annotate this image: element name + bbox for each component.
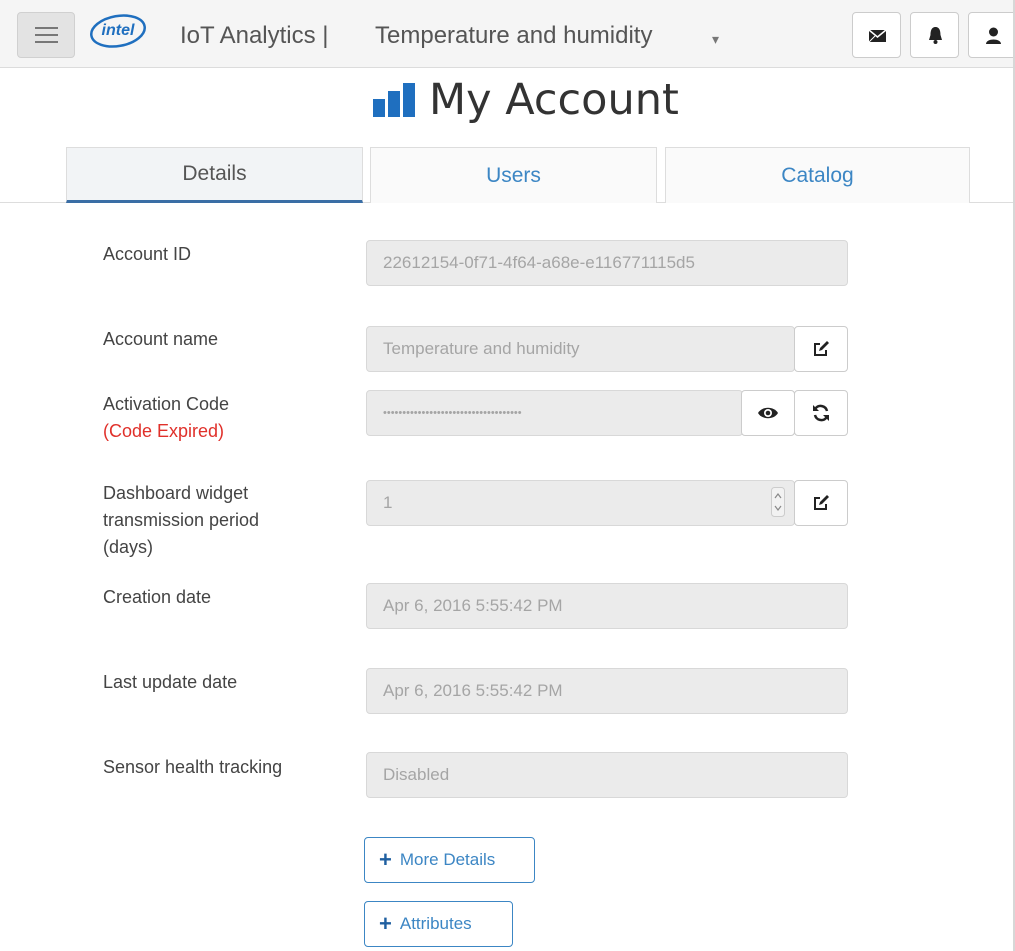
attributes-label: Attributes — [399, 914, 472, 933]
account-id-field[interactable]: 22612154-0f71-4f64-a68e-e116771115d5 — [366, 240, 848, 286]
plus-icon: + — [379, 847, 392, 872]
widget-period-label-line1: Dashboard widget — [103, 483, 249, 503]
user-icon — [986, 27, 1001, 44]
account-name-field[interactable]: Temperature and humidity — [366, 326, 795, 372]
top-navbar: intel IoT Analytics | Temperature and hu… — [0, 0, 1015, 68]
menu-icon-bar — [35, 41, 58, 43]
svg-text:intel: intel — [102, 22, 135, 39]
show-code-button[interactable] — [741, 390, 795, 436]
last-update-date-field[interactable]: Apr 6, 2016 5:55:42 PM — [366, 668, 848, 714]
widget-period-input[interactable]: 1 — [366, 480, 795, 526]
activation-code-field[interactable]: •••••••••••••••••••••••••••••••••••• — [366, 390, 743, 436]
tab-details[interactable]: Details — [66, 147, 363, 203]
page-heading: My Account — [373, 74, 679, 126]
user-button[interactable] — [968, 12, 1015, 58]
tab-catalog[interactable]: Catalog — [665, 147, 970, 203]
bell-icon — [929, 27, 942, 44]
last-update-date-label: Last update date — [103, 672, 238, 692]
refresh-code-button[interactable] — [794, 390, 848, 436]
messages-button[interactable] — [852, 12, 901, 58]
plus-icon: + — [379, 911, 392, 936]
sensor-health-label: Sensor health tracking — [103, 757, 283, 777]
account-selector[interactable]: Temperature and humidity — [375, 22, 652, 50]
tab-users[interactable]: Users — [370, 147, 657, 203]
more-details-label: More Details — [399, 850, 496, 869]
edit-icon — [814, 341, 829, 356]
creation-date-field[interactable]: Apr 6, 2016 5:55:42 PM — [366, 583, 848, 629]
notifications-button[interactable] — [910, 12, 959, 58]
creation-date-label: Creation date — [103, 587, 212, 607]
edit-icon — [814, 495, 829, 510]
menu-button[interactable] — [17, 12, 75, 58]
widget-period-label-line3: (days) — [103, 537, 154, 557]
intel-logo: intel — [90, 14, 146, 48]
chevron-down-icon[interactable]: ▾ — [712, 31, 719, 48]
mail-icon — [868, 29, 887, 43]
activation-code-label: Activation Code — [103, 394, 230, 414]
account-id-label: Account ID — [103, 244, 192, 264]
number-spinner-icon[interactable] — [771, 487, 785, 517]
refresh-icon — [813, 404, 829, 422]
menu-icon-bar — [35, 34, 58, 36]
edit-account-name-button[interactable] — [794, 326, 848, 372]
attributes-button[interactable]: + Attributes — [364, 901, 513, 947]
menu-icon — [35, 27, 58, 29]
bar-chart-icon — [373, 83, 415, 117]
edit-widget-period-button[interactable] — [794, 480, 848, 526]
app-title: IoT Analytics | — [180, 22, 329, 49]
sensor-health-field[interactable]: Disabled — [366, 752, 848, 798]
widget-period-label-line2: transmission period — [103, 510, 260, 530]
page-title: My Account — [429, 75, 679, 125]
code-expired-status: (Code Expired) — [103, 421, 225, 441]
account-name-label: Account name — [103, 329, 219, 349]
eye-icon — [758, 407, 778, 419]
more-details-button[interactable]: + More Details — [364, 837, 535, 883]
